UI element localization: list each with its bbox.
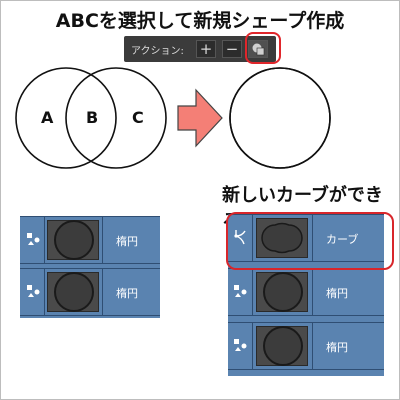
page-title: ABCを選択して新規シェープ作成	[55, 10, 345, 32]
shape-tool-icon	[27, 285, 40, 297]
arrow-right-icon	[177, 88, 223, 148]
venn-label-a: A	[41, 108, 54, 127]
layer-name: 楕円	[116, 235, 138, 248]
layer-thumbnail	[47, 272, 99, 312]
layer-name: 楕円	[116, 287, 138, 300]
new-curve-highlight	[226, 212, 394, 270]
subtract-button[interactable]: −	[222, 40, 242, 58]
layer-thumbnail	[256, 272, 308, 312]
layer-row[interactable]: 楕円	[20, 268, 160, 316]
layers-panel-before: 楕円 楕円	[20, 216, 160, 318]
layer-row[interactable]: 楕円	[228, 268, 384, 316]
venn-label-c: C	[132, 108, 144, 127]
layer-name: 楕円	[326, 287, 348, 300]
plus-icon: +	[199, 40, 213, 58]
venn-diagram-area	[15, 67, 331, 169]
shape-tool-icon	[234, 285, 247, 297]
toolbar-label: アクション:	[131, 46, 184, 57]
layer-thumbnail	[256, 326, 308, 366]
merged-curve-right	[279, 67, 331, 169]
merged-curve-inner	[229, 67, 281, 169]
add-button[interactable]: +	[196, 40, 216, 58]
shape-tool-icon	[234, 339, 247, 351]
layer-thumbnail	[47, 220, 99, 260]
layer-row[interactable]: 楕円	[228, 322, 384, 370]
shape-tool-icon	[27, 233, 40, 245]
venn-label-b: B	[86, 108, 99, 127]
layer-name: 楕円	[326, 341, 348, 354]
layer-row[interactable]: 楕円	[20, 216, 160, 264]
minus-icon: −	[225, 40, 239, 58]
